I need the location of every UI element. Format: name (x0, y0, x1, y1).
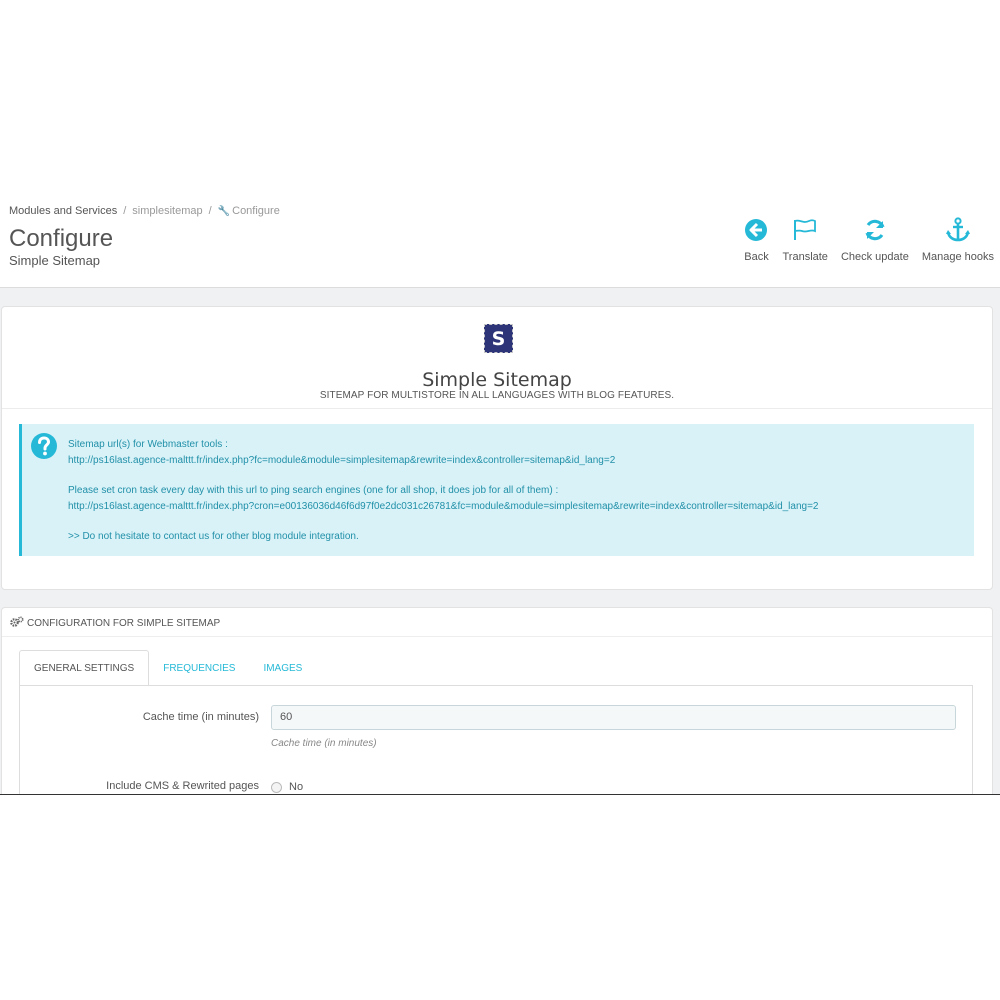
page-title: Configure (9, 225, 114, 252)
include-cms-option-no[interactable]: No (271, 781, 303, 793)
toolbar: Back Translate Check update Manage hooks (730, 217, 994, 263)
include-cms-option-label: No (289, 781, 304, 793)
screenshot-area: Modules and Services / simplesitemap / 🔧 Conf… (0, 195, 1000, 795)
manage-hooks-button[interactable]: Manage hooks (922, 217, 994, 263)
back-button[interactable]: Back (743, 217, 769, 263)
back-icon (743, 217, 769, 243)
sitemap-url-link[interactable]: http://ps16last.agence-malttt.fr/index.p… (68, 453, 819, 469)
radio-button[interactable] (271, 781, 282, 793)
info-line-cron-title: Please set cron task every day with this… (68, 485, 559, 496)
anchor-icon (945, 217, 971, 243)
breadcrumb-modules[interactable]: Modules and Services (9, 205, 117, 217)
divider (2, 636, 992, 637)
cron-url-link[interactable]: http://ps16last.agence-malttt.fr/index.p… (68, 499, 819, 515)
config-tabs: GENERAL SETTINGS FREQUENCIES IMAGES (19, 650, 316, 686)
module-logo: S (484, 324, 513, 353)
wrench-icon: 🔧 (217, 206, 231, 217)
divider (2, 408, 992, 409)
question-icon (30, 432, 58, 465)
configuration-panel: CONFIGURATION FOR SIMPLE SITEMAP GENERAL… (1, 607, 993, 794)
config-heading-text: CONFIGURATION FOR SIMPLE SITEMAP (27, 617, 221, 629)
check-update-label: Check update (840, 251, 909, 263)
module-info-panel: S Simple Sitemap SITEMAP FOR MULTISTORE … (1, 306, 993, 590)
gears-icon (10, 616, 24, 630)
cache-time-help: Cache time (in minutes) (271, 738, 377, 749)
module-name: Simple Sitemap (422, 369, 572, 391)
info-line-sitemap-title: Sitemap url(s) for Webmaster tools : (68, 439, 228, 450)
cache-time-label: Cache time (in minutes) (142, 711, 259, 723)
tab-general-settings[interactable]: GENERAL SETTINGS (19, 650, 150, 686)
breadcrumb-current: Configure (232, 205, 280, 217)
page-subtitle: Simple Sitemap (9, 253, 101, 268)
breadcrumb: Modules and Services / simplesitemap / 🔧 Conf… (9, 205, 280, 217)
flag-icon (792, 217, 818, 243)
translate-label: Translate (782, 251, 828, 263)
breadcrumb-separator: / (123, 205, 127, 217)
manage-hooks-label: Manage hooks (921, 251, 994, 263)
page-header: Modules and Services / simplesitemap / 🔧 Conf… (0, 195, 1000, 288)
check-update-button[interactable]: Check update (841, 217, 909, 263)
contact-link[interactable]: >> Do not hesitate to contact us for oth… (68, 529, 819, 545)
include-cms-label: Include CMS & Rewrited pages (106, 780, 259, 792)
translate-button[interactable]: Translate (782, 217, 828, 263)
cache-time-input[interactable]: 60 (271, 705, 956, 730)
tab-frequencies[interactable]: FREQUENCIES (149, 650, 249, 686)
info-alert: Sitemap url(s) for Webmaster tools : htt… (19, 424, 974, 556)
breadcrumb-separator: / (208, 205, 212, 217)
breadcrumb-module[interactable]: simplesitemap (132, 205, 202, 217)
refresh-icon (862, 217, 888, 243)
general-settings-form: Cache time (in minutes) 60 Cache time (i… (19, 685, 973, 794)
config-heading: CONFIGURATION FOR SIMPLE SITEMAP (10, 616, 220, 630)
module-description: SITEMAP FOR MULTISTORE IN ALL LANGUAGES … (319, 390, 675, 401)
tab-images[interactable]: IMAGES (249, 650, 316, 686)
back-label: Back (744, 251, 769, 263)
